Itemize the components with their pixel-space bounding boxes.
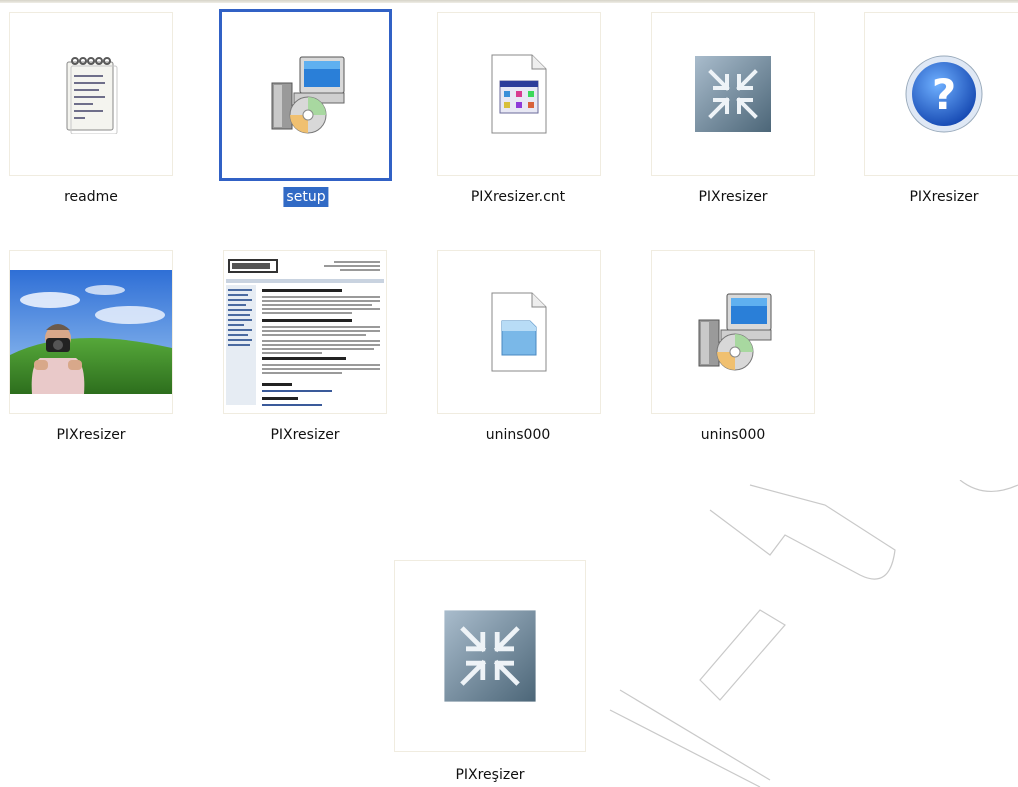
file-label[interactable]: readme: [61, 187, 121, 207]
thumbnail-frame[interactable]: [437, 250, 601, 414]
svg-text:?: ?: [932, 70, 956, 119]
help-contents-file-icon: [491, 54, 547, 134]
file-label[interactable]: PIXresizer: [53, 425, 128, 445]
file-label-selected[interactable]: setup: [283, 187, 329, 207]
thumbnail-frame[interactable]: [651, 12, 815, 176]
file-label[interactable]: unins000: [483, 425, 554, 445]
photographer-thumbnail-image: [10, 270, 172, 394]
notepad-text-file-icon: [66, 57, 118, 134]
file-label[interactable]: PIXresizer: [267, 425, 342, 445]
thumbnail-frame[interactable]: [223, 250, 387, 414]
help-question-icon: ?: [905, 55, 983, 133]
file-label[interactable]: PIXreşizer: [452, 765, 527, 785]
thumbnail-frame[interactable]: [9, 250, 173, 414]
pixresizer-arrows-icon: [444, 610, 536, 702]
file-label[interactable]: PIXresizer.cnt: [468, 187, 568, 207]
pixresizer-arrows-icon: [695, 56, 771, 132]
uninstaller-icon: [698, 293, 772, 371]
thumbnail-frame[interactable]: [437, 12, 601, 176]
webpage-thumbnail-image: [224, 251, 386, 413]
setup-installer-icon: [271, 56, 344, 134]
file-label[interactable]: unins000: [698, 425, 769, 445]
file-label[interactable]: PIXresizer: [695, 187, 770, 207]
thumbnail-frame[interactable]: [9, 12, 173, 176]
generic-data-file-icon: [491, 292, 547, 372]
thumbnail-frame-large[interactable]: [394, 560, 586, 752]
watermark-scribble: [609, 480, 1018, 787]
file-label[interactable]: PIXresizer: [906, 187, 981, 207]
thumbnail-frame-selected[interactable]: [219, 9, 392, 181]
thumbnail-frame[interactable]: [651, 250, 815, 414]
window-top-border: [0, 0, 1018, 3]
thumbnail-frame[interactable]: ?: [864, 12, 1018, 176]
